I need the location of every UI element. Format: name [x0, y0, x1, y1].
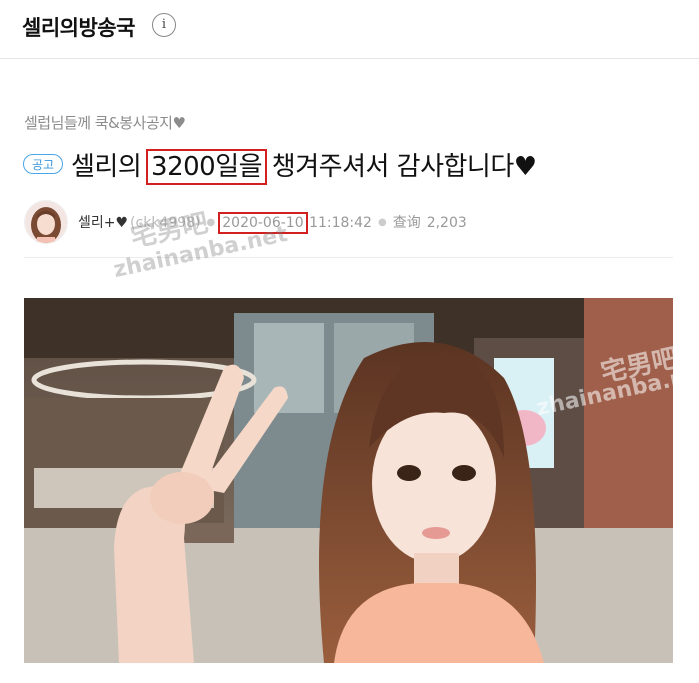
post-title-highlight: 3200일을	[146, 149, 268, 185]
top-bar: 셀리의방송국 i	[0, 0, 699, 59]
author-name[interactable]: 셀리+♥	[78, 215, 128, 231]
post-category[interactable]: 셀럽님들께 쿡&봉사공지♥	[24, 112, 186, 133]
site-title[interactable]: 셀리의방송국	[22, 12, 135, 42]
post-photo[interactable]	[24, 298, 673, 663]
avatar-image	[25, 201, 67, 243]
divider	[24, 257, 673, 258]
views-label: 查询	[392, 215, 421, 231]
post-title: 셀리의 3200일을 챙겨주셔서 감사합니다♥	[71, 146, 537, 185]
post-time: 11:18:42	[309, 215, 372, 231]
post-title-suffix: 챙겨주셔서 감사합니다♥	[264, 152, 537, 182]
author-avatar[interactable]	[24, 200, 68, 244]
views-count: 2,203	[426, 215, 467, 231]
author-id: (ckk4998)	[130, 215, 201, 231]
meta-separator: ●	[377, 217, 387, 228]
notice-badge: 공고	[23, 154, 63, 174]
post-title-prefix: 셀리의	[71, 152, 150, 182]
selfie-image	[24, 298, 673, 663]
post-meta: 셀리+♥ (ckk4998) ● 2020-06-10 11:18:42 ● 查询 2,20…	[78, 212, 467, 234]
meta-separator: ●	[206, 217, 216, 228]
post-date: 2020-06-10	[218, 212, 308, 234]
info-icon[interactable]: i	[152, 13, 176, 37]
